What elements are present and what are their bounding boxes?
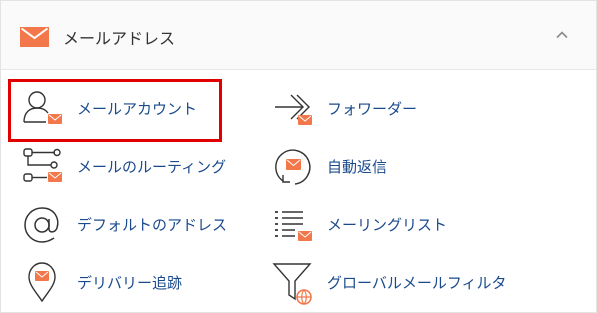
autoresponder-icon xyxy=(275,149,311,185)
section-header[interactable]: メールアドレス xyxy=(1,1,596,70)
mailing-list-icon xyxy=(275,211,312,241)
email-routing-label: メールのルーティング xyxy=(77,158,227,176)
location-pin-mail-icon xyxy=(28,262,56,303)
routing-icon xyxy=(23,148,62,182)
chevron-up-icon[interactable] xyxy=(554,28,570,42)
global-email-filters-label: グローバルメールフィルタ xyxy=(327,274,507,292)
autoresponders-label: 自動返信 xyxy=(327,158,388,176)
forward-arrows-icon xyxy=(275,94,312,125)
selection-highlight xyxy=(8,79,222,142)
email-section-panel: メールアドレス メールアカウント フォワーダー メールのルーティング 自動返信 … xyxy=(0,0,597,313)
forwarders-label: フォワーダー xyxy=(327,100,418,118)
at-sign-icon xyxy=(24,207,59,243)
filter-globe-icon xyxy=(272,263,312,305)
track-delivery-label: デリバリー追跡 xyxy=(77,274,183,292)
section-title: メールアドレス xyxy=(63,29,176,48)
mailing-lists-label: メーリングリスト xyxy=(327,216,448,234)
envelope-icon xyxy=(20,27,49,47)
default-address-label: デフォルトのアドレス xyxy=(77,216,228,234)
